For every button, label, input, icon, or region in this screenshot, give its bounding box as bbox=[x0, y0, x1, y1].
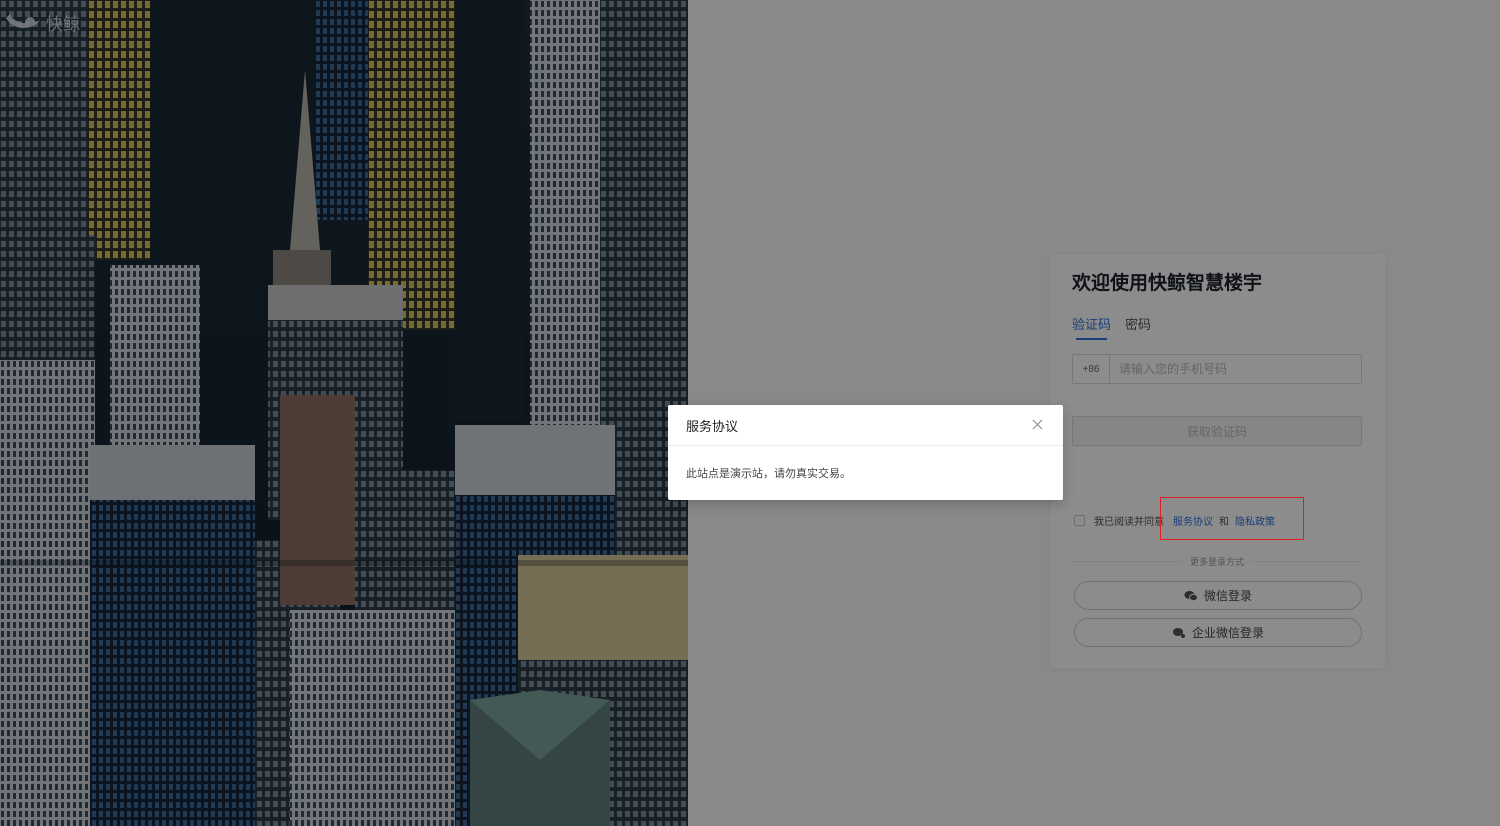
service-agreement-modal: 服务协议 此站点是演示站，请勿真实交易。 bbox=[668, 405, 1063, 500]
modal-body-text: 此站点是演示站，请勿真实交易。 bbox=[686, 468, 851, 480]
close-icon[interactable] bbox=[1031, 418, 1045, 432]
modal-title: 服务协议 bbox=[686, 418, 739, 434]
agreement-links-highlight bbox=[1160, 497, 1304, 540]
login-page: 快鲸 欢迎使用快鲸智慧楼宇 验证码 密码 +86 获取验证码 我已阅读并同意 服… bbox=[0, 0, 1500, 826]
modal-header: 服务协议 bbox=[668, 405, 1063, 446]
